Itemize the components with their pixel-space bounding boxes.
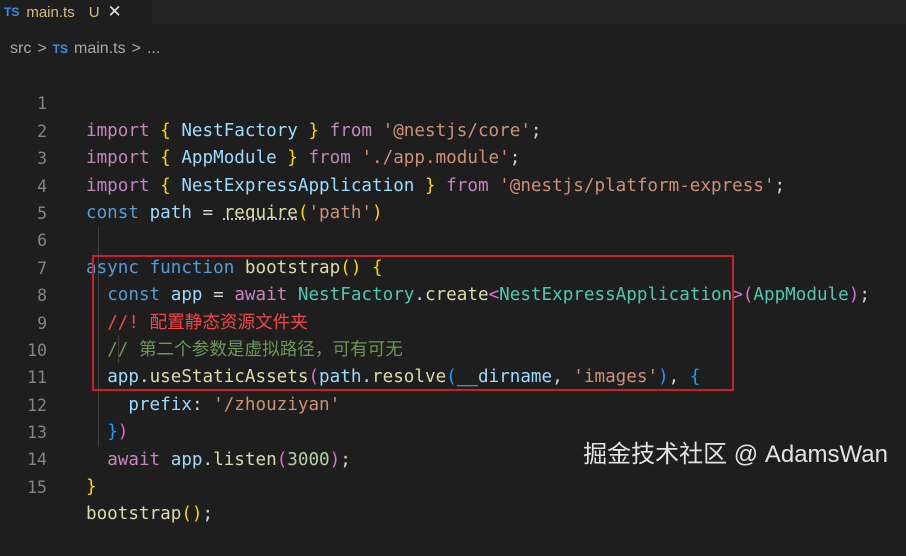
annotation-highlight-box [92,255,734,391]
tab-main-ts[interactable]: TS main.ts U ✕ [0,0,152,24]
git-untracked-badge: U [88,3,100,21]
code-line: 6 async function bootstrap() { [0,200,906,277]
chevron-right-icon: > [37,40,47,57]
watermark: 掘金技术社区 @ AdamsWan [583,441,888,468]
chevron-right-icon: > [131,40,141,57]
code-line: 2 import { AppModule } from './app.modul… [0,90,906,168]
code-line: 4 const path = require('path') [0,145,906,223]
code-line: 3 import { NestExpressApplication } from… [0,118,906,195]
breadcrumb-folder[interactable]: src [10,40,31,58]
code-line: 1 import { NestFactory } from '@nestjs/c… [0,63,906,140]
close-icon[interactable]: ✕ [108,2,122,22]
tab-bar: TS main.ts U ✕ [0,0,906,24]
typescript-file-icon: TS [52,42,69,56]
code-line: 5 [0,173,906,223]
breadcrumb-symbols[interactable]: ... [147,40,160,58]
tab-label: main.ts [26,3,75,21]
code-line: 7 const app = await NestFactory.create<N… [0,227,906,305]
code-line: 13 await app.listen(3000); [0,392,906,469]
breadcrumb: src > TS main.ts > ... [0,36,160,62]
typescript-file-icon: TS [4,5,20,19]
breadcrumb-file[interactable]: main.ts [74,40,126,58]
line-number: 15 [27,477,47,497]
